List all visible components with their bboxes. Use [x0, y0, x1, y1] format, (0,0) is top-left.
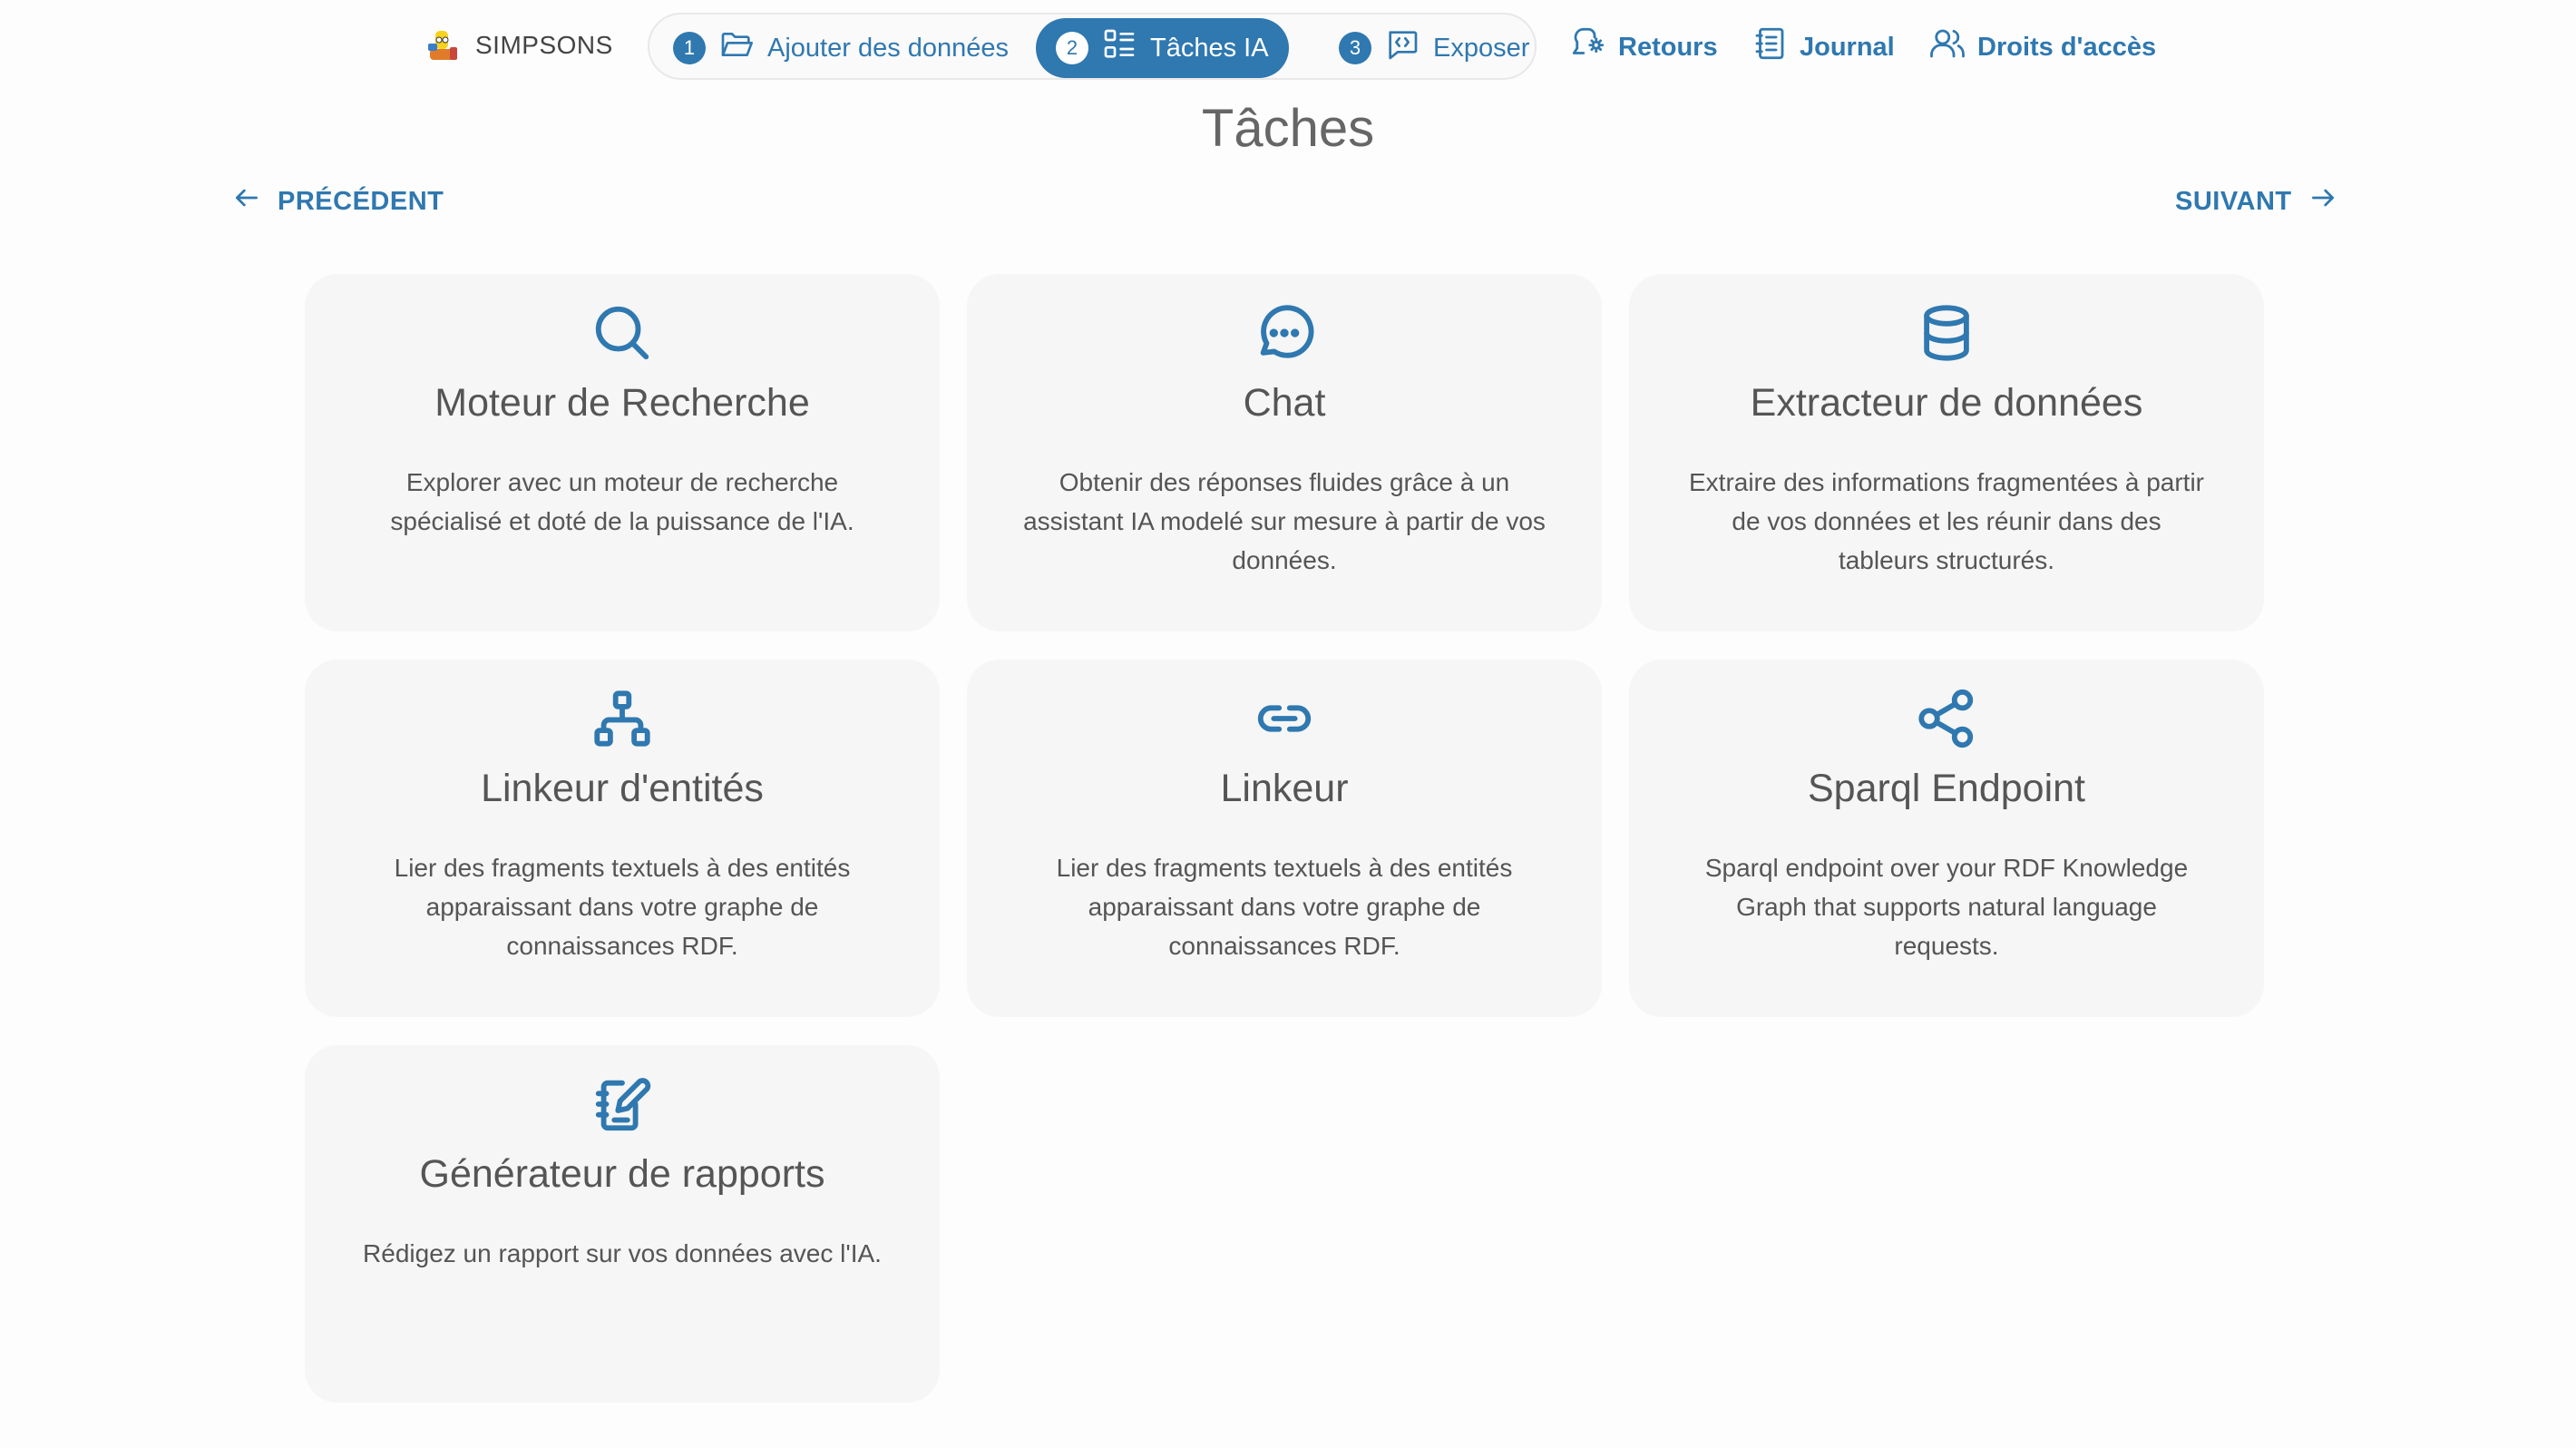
- previous-label: PRÉCÉDENT: [278, 186, 444, 216]
- step-expose[interactable]: 3 Exposer: [1319, 18, 1549, 78]
- nav-access-rights[interactable]: Droits d'accès: [1928, 27, 2156, 67]
- step-number: 3: [1339, 32, 1371, 64]
- card-description: Rédigez un rapport sur vos données avec …: [363, 1239, 882, 1267]
- chat-bubble-icon: [1253, 301, 1316, 365]
- task-card-chat[interactable]: Chat Obtenir des réponses fluides grâce …: [967, 274, 1602, 631]
- card-description: Extraire des informations fragmentées à …: [1688, 468, 2205, 574]
- card-title: Extracteur de données: [1750, 381, 2143, 425]
- card-description: Lier des fragments textuels à des entité…: [1056, 854, 1513, 960]
- brand-name: SIMPSONS: [475, 31, 613, 59]
- nav-feedback[interactable]: Retours: [1569, 27, 1718, 67]
- card-description: Obtenir des réponses fluides grâce à un …: [1023, 468, 1546, 574]
- top-bar: SIMPSONS 1 Ajouter des données 2 Tâches …: [0, 0, 2576, 94]
- arrow-right-icon: [2308, 183, 2337, 220]
- card-description: Sparql endpoint over your RDF Knowledge …: [1704, 854, 2189, 960]
- step-label: Exposer: [1433, 33, 1530, 63]
- task-card-search-engine[interactable]: Moteur de Recherche Explorer avec un mot…: [305, 274, 940, 631]
- page-title: Tâches: [1201, 99, 1375, 158]
- hierarchy-icon: [590, 687, 654, 750]
- search-icon: [590, 301, 654, 365]
- step-ai-tasks[interactable]: 2 Tâches IA: [1036, 18, 1289, 78]
- nav-journal-label: Journal: [1800, 32, 1895, 62]
- feedback-icon: [1569, 24, 1607, 70]
- arrow-left-icon: [232, 183, 261, 220]
- card-title: Sparql Endpoint: [1808, 767, 2085, 810]
- card-title: Linkeur d'entités: [481, 767, 764, 810]
- card-title: Chat: [1243, 381, 1326, 425]
- next-button[interactable]: SUIVANT: [2175, 180, 2337, 223]
- simpsons-logo-icon: [428, 31, 457, 60]
- folder-icon: [718, 26, 755, 70]
- task-card-sparql-endpoint[interactable]: Sparql Endpoint Sparql endpoint over you…: [1629, 660, 2264, 1017]
- step-add-data[interactable]: 1 Ajouter des données: [653, 18, 1029, 78]
- step-number: 2: [1056, 32, 1088, 64]
- card-description: Explorer avec un moteur de recherche spé…: [390, 468, 854, 535]
- tasks-list-icon: [1101, 26, 1137, 70]
- task-card-report-generator[interactable]: Générateur de rapports Rédigez un rappor…: [305, 1045, 940, 1403]
- database-icon: [1915, 301, 1978, 365]
- step-label: Tâches IA: [1150, 33, 1269, 63]
- next-label: SUIVANT: [2175, 186, 2292, 216]
- card-title: Moteur de Recherche: [434, 381, 810, 425]
- card-description: Lier des fragments textuels à des entité…: [394, 854, 851, 960]
- notebook-edit-icon: [590, 1072, 654, 1136]
- workflow-steps: 1 Ajouter des données 2 Tâches IA 3 Expo…: [648, 13, 1537, 80]
- task-card-entity-linker[interactable]: Linkeur d'entités Lier des fragments tex…: [305, 660, 940, 1017]
- journal-icon: [1751, 24, 1789, 70]
- nav-feedback-label: Retours: [1618, 32, 1718, 62]
- share-icon: [1915, 687, 1978, 750]
- message-code-icon: [1384, 26, 1420, 70]
- users-icon: [1928, 24, 1966, 70]
- task-card-data-extractor[interactable]: Extracteur de données Extraire des infor…: [1629, 274, 2264, 631]
- previous-button[interactable]: PRÉCÉDENT: [232, 180, 444, 223]
- card-title: Générateur de rapports: [419, 1152, 825, 1196]
- brand[interactable]: SIMPSONS: [423, 25, 613, 65]
- link-icon: [1253, 687, 1316, 750]
- task-card-linker[interactable]: Linkeur Lier des fragments textuels à de…: [967, 660, 1602, 1017]
- card-title: Linkeur: [1220, 767, 1349, 810]
- nav-access-rights-label: Droits d'accès: [1977, 32, 2157, 62]
- nav-journal[interactable]: Journal: [1751, 27, 1895, 67]
- step-number: 1: [673, 32, 706, 64]
- step-label: Ajouter des données: [767, 33, 1010, 63]
